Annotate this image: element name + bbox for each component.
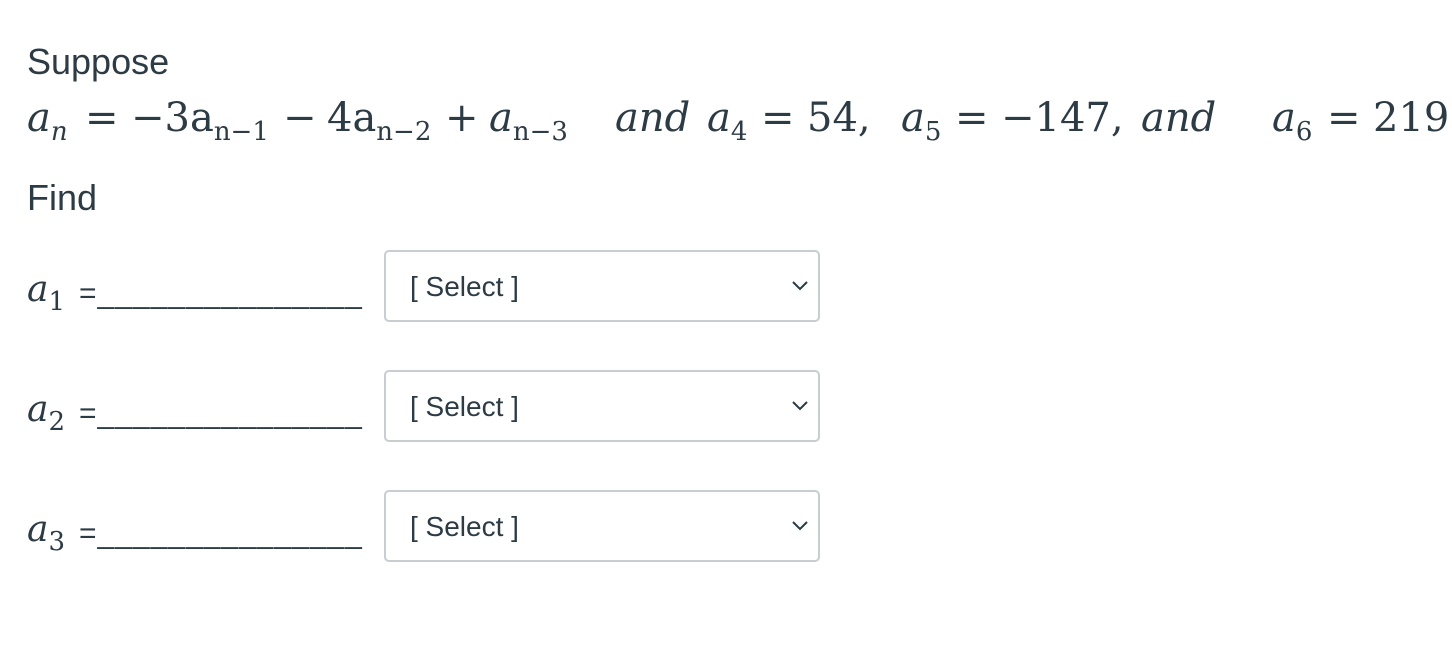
condition-a5-equals: = xyxy=(955,95,989,141)
select-value: [ Select ] xyxy=(410,511,519,542)
condition-a6: a6 xyxy=(1272,95,1313,147)
equation-term-3: an−3 xyxy=(489,95,568,147)
answer-row-a2: a2 =_______________ [ Select ] xyxy=(27,370,827,446)
chevron-down-icon xyxy=(792,401,808,411)
recurrence-equation: an = −3an−1 − 4an−2 + an−3 and a4 = 54, … xyxy=(27,92,1452,152)
question-intro: Suppose xyxy=(27,41,170,82)
answer-row-a3: a3 =_______________ [ Select ] xyxy=(27,490,827,566)
answer-select-a1[interactable]: [ Select ] xyxy=(384,250,820,322)
answer-row-a1: a1 =_______________ [ Select ] xyxy=(27,250,827,326)
equation-and-1: and xyxy=(615,95,691,141)
condition-a5: a5 xyxy=(901,95,942,147)
equation-term-2: 4an−2 xyxy=(327,95,432,147)
select-value: [ Select ] xyxy=(410,271,519,302)
find-label: Find xyxy=(27,177,98,218)
answer-label-a1: a1 xyxy=(27,269,66,317)
answer-blank: =_______________ xyxy=(79,277,363,310)
equation-term-1: −3an−1 xyxy=(131,95,269,147)
equation-minus: − xyxy=(283,95,317,141)
equation-equals: = xyxy=(85,95,119,141)
condition-a5-value: −147, xyxy=(1001,95,1124,141)
condition-a6-equals: = xyxy=(1327,95,1361,141)
chevron-down-icon xyxy=(792,521,808,531)
equation-plus: + xyxy=(445,95,479,141)
answer-label-a3: a3 xyxy=(27,509,66,557)
condition-a4-value: 54, xyxy=(807,95,871,141)
answer-blank: =_______________ xyxy=(79,397,363,430)
condition-a4: a4 xyxy=(707,95,748,147)
equation-and-2: and xyxy=(1141,95,1217,141)
answer-label-a2: a2 xyxy=(27,389,66,437)
answer-select-a3[interactable]: [ Select ] xyxy=(384,490,820,562)
answer-select-a2[interactable]: [ Select ] xyxy=(384,370,820,442)
condition-a6-value: 219 xyxy=(1373,95,1450,141)
equation-lhs: an xyxy=(27,95,68,147)
select-value: [ Select ] xyxy=(410,391,519,422)
chevron-down-icon xyxy=(792,281,808,291)
answer-blank: =_______________ xyxy=(79,517,363,550)
condition-a4-equals: = xyxy=(761,95,795,141)
